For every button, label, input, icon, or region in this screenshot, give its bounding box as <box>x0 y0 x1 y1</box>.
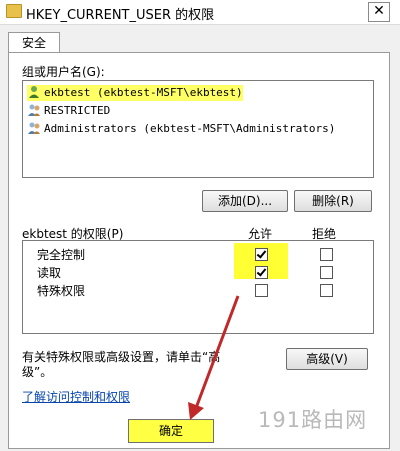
watermark: 191路由网 <box>258 408 368 432</box>
annotation-arrow <box>188 295 240 420</box>
